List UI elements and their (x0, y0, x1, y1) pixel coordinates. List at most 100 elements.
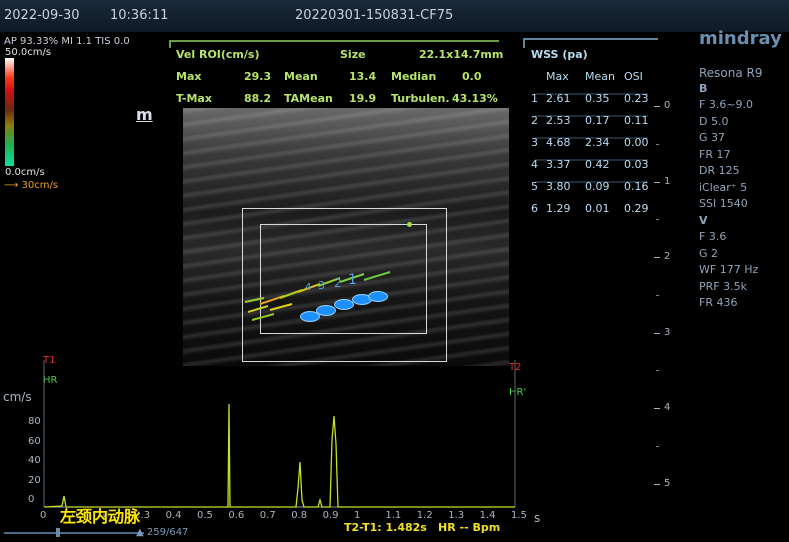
depth-tick-mark (654, 257, 660, 258)
top-status-bar: 2022-09-30 10:36:11 20220301-150831-CF75 (0, 0, 789, 32)
wss-cell: 2.34 (585, 136, 610, 149)
vessel-segment (334, 299, 354, 310)
depth-tick-mark (654, 483, 660, 485)
wss-cell: 0.11 (624, 114, 649, 127)
wss-cell: 0.42 (585, 158, 610, 171)
wss-cell: 2.53 (546, 114, 571, 127)
t2-t1-interval: T2-T1: 1.482s (344, 521, 427, 534)
x-tick-label: 0.5 (197, 510, 213, 521)
arrow-scale-label: 30cm/s (21, 180, 59, 191)
wss-cell: 0.17 (585, 114, 610, 127)
median-value: 0.0 (462, 70, 482, 83)
time-unit: s (534, 511, 541, 525)
turbulence-value: 43.13% (452, 92, 498, 105)
brand-logo: mindray (699, 28, 782, 49)
x-tick-label: 0.9 (322, 510, 339, 521)
cine-scroll-handle[interactable] (56, 528, 60, 537)
wss-cell: 0.16 (624, 180, 649, 193)
exam-date: 2022-09-30 (4, 8, 80, 23)
colorbar-top-label: 50.0cm/s (5, 47, 52, 58)
tmax-value: 88.2 (244, 92, 272, 105)
x-tick-label: 1.5 (511, 510, 527, 521)
depth-tick-mark (654, 408, 660, 409)
wss-header-max: Max (546, 70, 569, 83)
tamean-label: TAMean (284, 92, 333, 105)
b-param: iClear⁺ 5 (699, 180, 748, 194)
vessel-label-3: 3 (318, 279, 325, 292)
x-tick-label: 0.4 (165, 510, 182, 521)
exam-time: 10:36:11 (110, 8, 169, 23)
depth-tick-label: 2 (664, 251, 671, 262)
b-param: SSI 1540 (699, 197, 748, 210)
arrow-right-icon: ⟶ (4, 180, 19, 191)
frame-counter: ▲ 259/647 (136, 527, 189, 538)
max-label: Max (176, 70, 202, 83)
heart-rate: HR -- Bpm (438, 521, 501, 534)
wss-row-index: 4 (531, 158, 538, 171)
median-label: Median (391, 70, 437, 83)
v-param: F 3.6 (699, 230, 727, 243)
wss-row-index: 6 (531, 202, 538, 215)
wss-cell: 3.37 (546, 158, 571, 171)
x-tick-label: 1.3 (448, 510, 465, 521)
wss-cell: 3.80 (546, 180, 571, 193)
study-id: 20220301-150831-CF75 (295, 8, 454, 23)
wss-header-osi: OSI (624, 70, 643, 83)
roi-handle-icon[interactable] (407, 222, 412, 227)
cine-scrollbar[interactable] (4, 532, 144, 534)
size-value: 22.1x14.7mm (419, 48, 504, 61)
depth-minor-tick (656, 370, 659, 372)
vessel-name-annotation: 左颈内动脉 (60, 507, 141, 526)
x-tick-label: 1 (354, 510, 361, 521)
device-model: Resona R9 (699, 66, 763, 80)
flow-arrow-scale: ⟶ 30cm/s (4, 180, 58, 191)
depth-tick-label: 3 (664, 326, 671, 338)
depth-minor-tick (656, 294, 659, 296)
v-param: WF 177 Hz (699, 263, 759, 276)
depth-tick-label: 1 (664, 175, 671, 187)
flow-vector-field (244, 271, 391, 321)
wss-cell: 4.68 (546, 136, 571, 149)
wss-cell: 1.29 (546, 202, 571, 215)
depth-tick-mark (654, 106, 660, 107)
wss-title: WSS (pa) (531, 48, 588, 61)
mean-label: Mean (284, 70, 318, 83)
body-mark-icon[interactable]: m (136, 105, 153, 124)
depth-tick-label: 5 (664, 477, 671, 489)
color-velocity-bar (5, 58, 14, 166)
depth-minor-tick (656, 219, 659, 221)
vessel-label-1: 1 (348, 272, 357, 288)
wss-row-index: 5 (531, 180, 538, 193)
depth-tick-mark (654, 332, 660, 334)
x-tick-label: 0.7 (259, 510, 276, 521)
tmax-label: T-Max (176, 92, 212, 105)
b-param: FR 17 (699, 147, 731, 161)
vessel-label-2: 2 (334, 276, 342, 290)
colorbar-bottom-label: 0.0cm/s (5, 167, 45, 178)
wss-cell: 2.61 (546, 92, 571, 105)
b-param: DR 125 (699, 164, 740, 177)
wss-cell: 0.23 (624, 92, 649, 105)
vel-roi-title: Vel ROI(cm/s) (176, 48, 260, 61)
mean-value: 13.4 (349, 70, 377, 83)
depth-tick-label: 4 (664, 402, 671, 413)
wss-cell: 0.01 (585, 202, 610, 215)
turbulence-label: Turbulen. (391, 92, 450, 105)
wss-row-index: 2 (531, 114, 538, 127)
vessel-label-4: 4 (305, 282, 312, 293)
wss-cell: 0.35 (585, 92, 610, 105)
max-value: 29.3 (244, 70, 272, 83)
v-mode-title: V (699, 214, 708, 227)
x-tick-label: 1.1 (385, 510, 402, 521)
frame-counter-value: 259/647 (146, 527, 189, 538)
wss-row-index: 3 (531, 136, 538, 149)
x-tick-label: 0.8 (291, 510, 308, 521)
depth-minor-tick (656, 445, 659, 447)
x-tick-label: 1.4 (479, 510, 496, 521)
v-param: FR 436 (699, 296, 738, 309)
v-param: G 2 (699, 246, 719, 260)
x-tick-label: 0.6 (228, 510, 245, 521)
depth-tick-label: 0 (664, 100, 671, 111)
b-mode-title: B (699, 82, 708, 95)
acoustic-power-readout: AP 93.33% MI 1.1 TIS 0.0 (4, 36, 130, 47)
